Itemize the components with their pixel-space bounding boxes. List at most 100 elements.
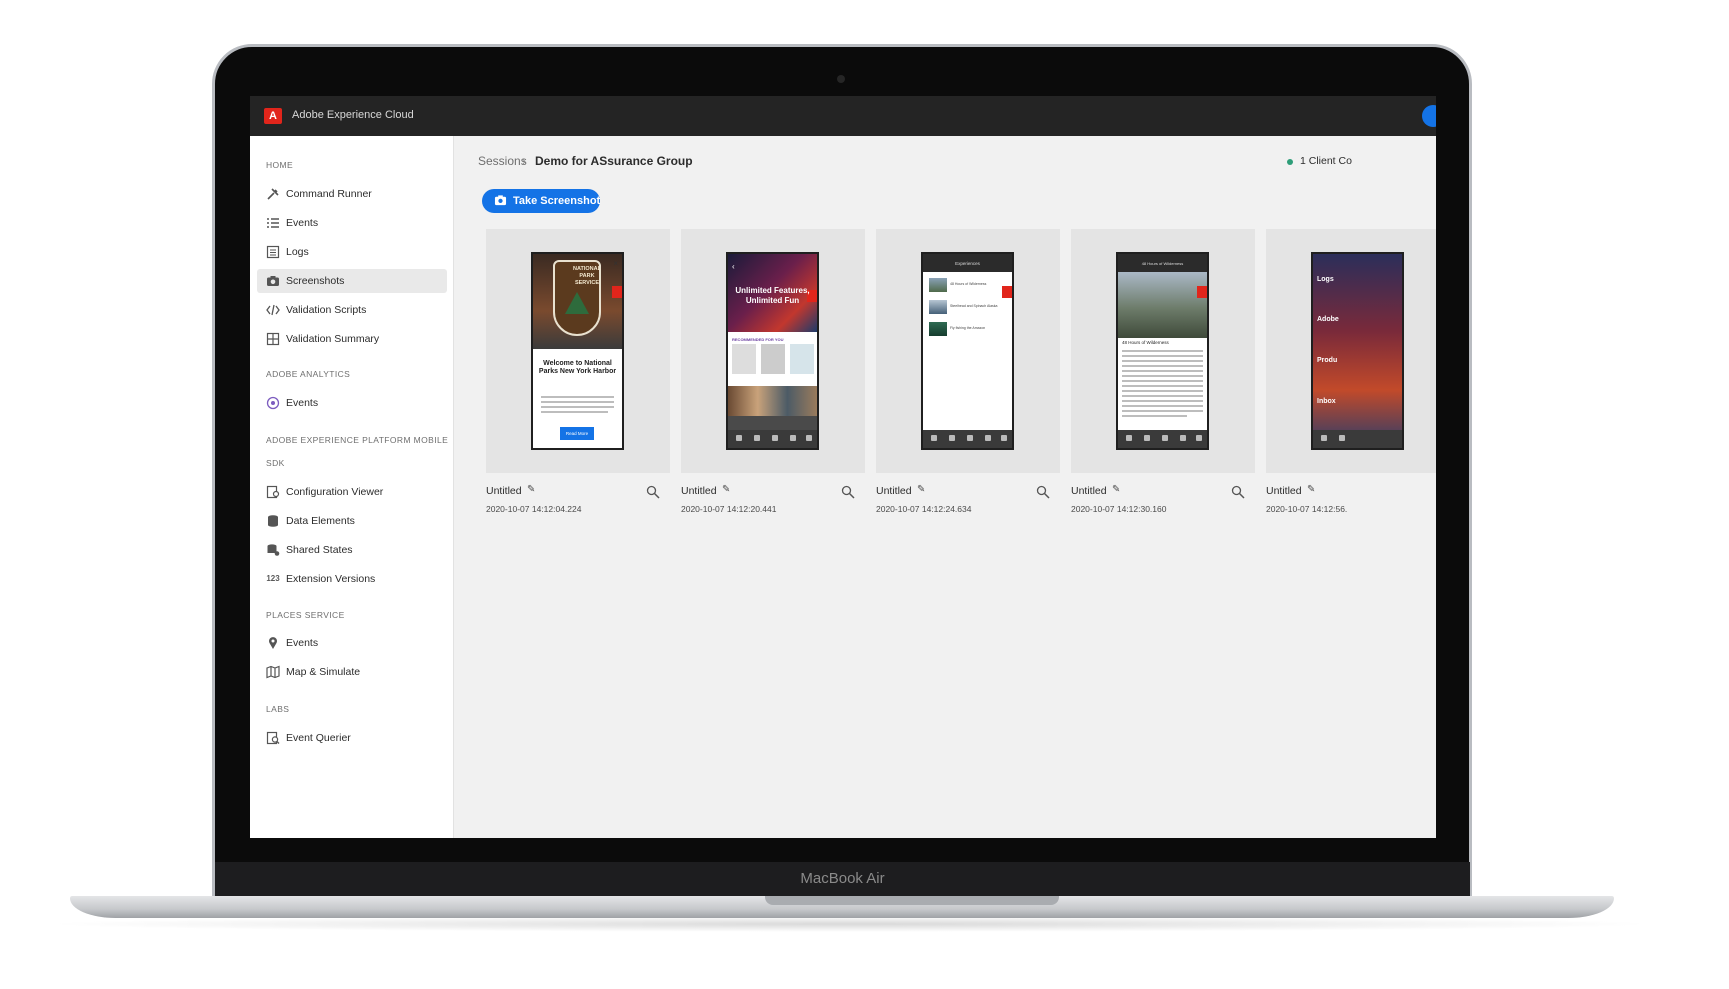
summary-icon: [266, 332, 280, 346]
screenshot-thumbnail[interactable]: Logs Adobe Produ Inbox: [1266, 229, 1436, 473]
sidebar-item-command-runner[interactable]: Command Runner: [257, 182, 447, 206]
tab-icon: [772, 435, 778, 441]
status-dot: [1287, 159, 1293, 165]
text-line: [1122, 380, 1203, 382]
pencil-icon[interactable]: ✎: [527, 484, 535, 495]
phone-preview: Experiences 48 Hours of Wilderness Steel…: [921, 252, 1014, 450]
phone-preview: Logs Adobe Produ Inbox: [1311, 252, 1404, 450]
zoom-icon[interactable]: [1036, 485, 1050, 499]
screenshot-thumbnail[interactable]: NATIONAL PARK SERVICE × Welcome to Natio…: [486, 229, 670, 473]
breadcrumb-sessions[interactable]: Sessions: [478, 154, 527, 168]
screenshot-thumbnail[interactable]: Experiences 48 Hours of Wilderness Steel…: [876, 229, 1060, 473]
sidebar-item-label: Logs: [286, 246, 309, 258]
section-heading-places: PLACES SERVICE: [266, 610, 345, 620]
sidebar-item-places-events[interactable]: Events: [257, 631, 447, 655]
screenshot-card[interactable]: Experiences 48 Hours of Wilderness Steel…: [876, 229, 1060, 519]
database-icon: [266, 514, 280, 528]
section-heading: RECOMMENDED FOR YOU: [732, 337, 784, 342]
screenshot-title[interactable]: Untitled: [1266, 485, 1302, 497]
sidebar-item-validation-scripts[interactable]: Validation Scripts: [257, 298, 447, 322]
adobe-logo-icon: [612, 286, 622, 298]
avatar[interactable]: [1422, 105, 1436, 127]
screenshot-title[interactable]: Untitled: [486, 485, 522, 497]
text-line: [1122, 370, 1203, 372]
screenshot-thumbnail[interactable]: ‹ Unlimited Features, Unlimited Fun RECO…: [681, 229, 865, 473]
tab-bar: [923, 430, 1012, 448]
tab-icon: [790, 435, 796, 441]
sidebar-item-screenshots[interactable]: Screenshots: [257, 269, 447, 293]
sidebar-item-logs[interactable]: Logs: [257, 240, 447, 264]
tab-icon: [1339, 435, 1345, 441]
map-icon: [266, 665, 280, 679]
sidebar-item-extension-versions[interactable]: 123 Extension Versions: [257, 567, 447, 591]
client-status[interactable]: 1 Client Co: [1300, 155, 1352, 167]
phone-preview: ‹ Unlimited Features, Unlimited Fun RECO…: [726, 252, 819, 450]
screenshot-card[interactable]: 48 Hours of Wilderness 48 Hours of Wilde…: [1071, 229, 1255, 519]
sidebar-item-label: Events: [286, 397, 319, 409]
pencil-icon[interactable]: ✎: [1307, 484, 1315, 495]
text-line: [1122, 360, 1203, 362]
tab-icon: [949, 435, 955, 441]
sidebar-item-event-querier[interactable]: Event Querier: [257, 726, 447, 750]
tab-icon: [967, 435, 973, 441]
analytics-icon: [266, 396, 280, 410]
screenshot-timestamp: 2020-10-07 14:12:30.160: [1071, 504, 1167, 514]
tab-icon: [1180, 435, 1186, 441]
text-line: [1122, 405, 1203, 407]
tab-icon: [754, 435, 760, 441]
header-title: Experiences: [955, 261, 980, 266]
article-hero-image: [1118, 272, 1207, 338]
screenshot-title[interactable]: Untitled: [876, 485, 912, 497]
screenshot-timestamp: 2020-10-07 14:12:24.634: [876, 504, 972, 514]
text-line: [1122, 385, 1203, 387]
welcome-heading: Welcome to National Parks New York Harbo…: [538, 360, 617, 375]
sidebar-item-label: Validation Summary: [286, 333, 380, 345]
screenshot-timestamp: 2020-10-07 14:12:56.: [1266, 504, 1348, 514]
screenshot-thumbnail[interactable]: 48 Hours of Wilderness 48 Hours of Wilde…: [1071, 229, 1255, 473]
app-title: Adobe Experience Cloud: [292, 109, 414, 121]
laptop-notch: [765, 896, 1059, 905]
back-icon: ‹: [732, 262, 735, 271]
screenshot-card[interactable]: Logs Adobe Produ Inbox Untitled ✎ 2020-1…: [1266, 229, 1436, 519]
sidebar-item-map-simulate[interactable]: Map & Simulate: [257, 660, 447, 684]
pencil-icon[interactable]: ✎: [722, 484, 730, 495]
tab-icon: [1126, 435, 1132, 441]
adobe-logo-icon: [1197, 286, 1207, 298]
sidebar-item-label: Screenshots: [286, 275, 345, 287]
zoom-icon[interactable]: [1231, 485, 1245, 499]
screenshot-title[interactable]: Untitled: [1071, 485, 1107, 497]
promo-strip: [728, 416, 817, 430]
take-screenshot-button[interactable]: Take Screenshot: [482, 189, 600, 213]
zoom-icon[interactable]: [646, 485, 660, 499]
pencil-icon[interactable]: ✎: [917, 484, 925, 495]
main-content: Sessions › Demo for ASsurance Group 1 Cl…: [455, 136, 1436, 838]
nps-badge-text: NATIONAL PARK SERVICE: [567, 266, 607, 287]
sidebar-item-validation-summary[interactable]: Validation Summary: [257, 327, 447, 351]
text-line: [1122, 395, 1203, 397]
tab-icon: [736, 435, 742, 441]
sidebar-item-data-elements[interactable]: Data Elements: [257, 509, 447, 533]
text-line: [1122, 400, 1203, 402]
hero-heading: Unlimited Features, Unlimited Fun: [735, 286, 810, 305]
row-label: 48 Hours of Wilderness: [950, 282, 987, 286]
zoom-icon[interactable]: [841, 485, 855, 499]
code-icon: [266, 303, 280, 317]
screenshot-title[interactable]: Untitled: [681, 485, 717, 497]
sidebar-item-configuration-viewer[interactable]: Configuration Viewer: [257, 480, 447, 504]
sidebar-item-label: Map & Simulate: [286, 666, 361, 678]
product-tile: [761, 344, 785, 374]
sidebar-item-events[interactable]: Events: [257, 211, 447, 235]
pencil-icon[interactable]: ✎: [1112, 484, 1120, 495]
read-more-button: Read More: [560, 427, 594, 440]
adobe-logo-icon[interactable]: A: [264, 108, 282, 124]
screenshot-card[interactable]: NATIONAL PARK SERVICE × Welcome to Natio…: [486, 229, 670, 519]
sidebar-item-analytics-events[interactable]: Events: [257, 391, 447, 415]
adobe-logo-icon: [1002, 286, 1012, 298]
chevron-right-icon: ›: [522, 154, 526, 168]
section-heading-platform-sdk: SDK: [266, 458, 285, 468]
tab-icon: [1144, 435, 1150, 441]
sidebar-item-shared-states[interactable]: Shared States: [257, 538, 447, 562]
screenshot-timestamp: 2020-10-07 14:12:20.441: [681, 504, 777, 514]
camera-icon: [494, 194, 507, 209]
screenshot-card[interactable]: ‹ Unlimited Features, Unlimited Fun RECO…: [681, 229, 865, 519]
